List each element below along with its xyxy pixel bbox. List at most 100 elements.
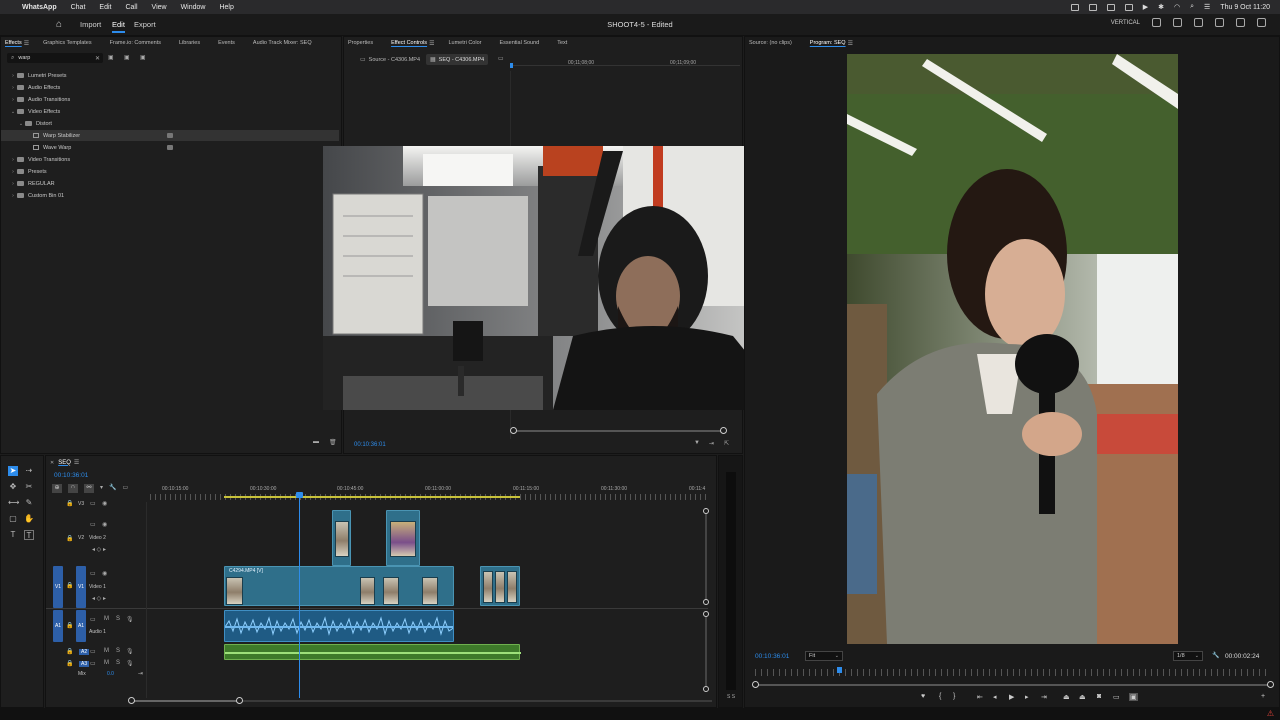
- effects-folder[interactable]: › Audio Effects: [1, 82, 339, 93]
- chevron-right-icon[interactable]: ›: [9, 97, 17, 103]
- mute-button[interactable]: M: [104, 648, 109, 654]
- mic-icon[interactable]: 🎙: [126, 660, 134, 667]
- mic-icon[interactable]: 🎙: [126, 648, 134, 655]
- mix-value[interactable]: 0.0: [107, 671, 114, 677]
- panel-menu-icon[interactable]: ☰: [848, 40, 853, 47]
- zoom-select[interactable]: Fit ⌄: [805, 651, 843, 661]
- tab-properties[interactable]: Properties: [348, 40, 373, 46]
- source-patch-v1[interactable]: V1: [53, 566, 63, 608]
- lift-icon[interactable]: ⏏: [1063, 693, 1070, 701]
- menu-window[interactable]: Window: [181, 4, 206, 11]
- resolution-select[interactable]: 1/8 ⌄: [1173, 651, 1203, 661]
- program-time-ruler[interactable]: [755, 669, 1271, 676]
- type-tool-icon[interactable]: T: [8, 530, 18, 540]
- sync-icon[interactable]: ▭: [90, 616, 96, 623]
- warning-icon[interactable]: ⚠: [1267, 709, 1274, 718]
- video-clip[interactable]: [480, 566, 520, 606]
- zoom-handle-right[interactable]: [236, 697, 243, 704]
- sync-icon[interactable]: ▭: [90, 648, 96, 655]
- effects-folder[interactable]: › Custom Bin 01: [1, 190, 339, 201]
- display-icon[interactable]: [1088, 3, 1097, 11]
- menu-call[interactable]: Call: [125, 4, 137, 11]
- timeline-timecode[interactable]: 00:10:36:01: [54, 472, 88, 479]
- mic-icon[interactable]: 🎙: [126, 616, 134, 623]
- work-area-bar[interactable]: [224, 496, 520, 498]
- workspace-import[interactable]: Import: [80, 20, 101, 29]
- effects-folder[interactable]: ⌄ Distort: [1, 118, 339, 129]
- settings-wrench-icon[interactable]: 🔧: [109, 484, 116, 493]
- wrench-icon[interactable]: 🔧: [1212, 652, 1219, 659]
- lock-icon[interactable]: 🔒: [66, 622, 73, 629]
- effect-controls-timecode[interactable]: 00:10:36:01: [354, 442, 386, 448]
- menu-edit[interactable]: Edit: [99, 4, 111, 11]
- sequence-clip-tab[interactable]: ▦ SEQ - C4306.MP4: [426, 54, 489, 65]
- solo-button[interactable]: S: [116, 660, 120, 666]
- panel-menu-icon[interactable]: ☰: [24, 40, 29, 47]
- chevron-down-icon[interactable]: ⌄: [9, 109, 17, 115]
- hand-tool-icon[interactable]: ✋: [24, 514, 34, 524]
- delete-icon[interactable]: 🗑: [329, 439, 337, 446]
- chevron-down-icon[interactable]: ⌄: [17, 121, 25, 127]
- add-button[interactable]: +: [1261, 693, 1265, 700]
- tab-events[interactable]: Events: [218, 40, 235, 46]
- video-clip[interactable]: [386, 510, 420, 566]
- tab-graphics-templates[interactable]: Graphics Templates: [43, 40, 92, 46]
- sync-icon[interactable]: ▭: [90, 660, 96, 667]
- accelerated-effects-icon[interactable]: ▣: [108, 54, 114, 61]
- lock-icon[interactable]: 🔒: [66, 535, 73, 542]
- video-clip-main[interactable]: C4294.MP4 [V]: [224, 566, 454, 606]
- lock-icon[interactable]: 🔒: [66, 648, 73, 655]
- timeline-tab[interactable]: ✕ SEQ ☰: [50, 459, 79, 467]
- 32bit-effects-icon[interactable]: ▣: [124, 54, 130, 61]
- effect-item[interactable]: Warp Stabilizer: [1, 130, 339, 141]
- comparison-view-icon[interactable]: ▭: [1113, 693, 1120, 701]
- audio-clip[interactable]: [224, 610, 454, 642]
- eye-icon[interactable]: ◉: [102, 521, 107, 528]
- slip-tool-icon[interactable]: ⟷: [8, 498, 19, 508]
- zoom-handle-left[interactable]: [128, 697, 135, 704]
- sync-icon[interactable]: ▭: [90, 570, 96, 577]
- pen-tool-icon[interactable]: ✎: [24, 498, 34, 508]
- timeline-zoom-bar[interactable]: [132, 700, 240, 702]
- filter-icon[interactable]: ▼: [694, 440, 700, 446]
- control-center-icon[interactable]: ☰: [1204, 3, 1210, 11]
- tab-program-monitor[interactable]: Program: SEQ: [810, 40, 846, 46]
- solo-button[interactable]: S: [116, 648, 120, 654]
- effects-folder[interactable]: › Audio Transitions: [1, 94, 339, 105]
- zoom-handle-right[interactable]: [720, 427, 727, 434]
- razor-tool-icon[interactable]: ✂: [24, 482, 34, 492]
- effects-folder[interactable]: › Lumetri Presets: [1, 70, 339, 81]
- snap-icon[interactable]: ∩: [68, 484, 78, 493]
- tab-libraries[interactable]: Libraries: [179, 40, 200, 46]
- source-clip-tab[interactable]: ▭ Source - C4306.MP4: [356, 54, 424, 65]
- fullscreen-icon[interactable]: [1257, 18, 1266, 27]
- scroll-handle[interactable]: [703, 611, 709, 617]
- mark-in-icon[interactable]: {: [939, 693, 941, 700]
- zoom-handle-left[interactable]: [510, 427, 517, 434]
- scroll-handle[interactable]: [703, 508, 709, 514]
- effects-folder[interactable]: › Video Transitions: [1, 154, 339, 165]
- scroll-handle[interactable]: [703, 599, 709, 605]
- new-bin-icon[interactable]: ▬: [313, 439, 319, 445]
- effects-folder[interactable]: › REGULAR: [1, 178, 339, 189]
- captions-icon[interactable]: ▭: [123, 484, 129, 493]
- tab-essential-sound[interactable]: Essential Sound: [499, 40, 539, 46]
- screen-icon[interactable]: [1070, 3, 1079, 11]
- track-target-v1[interactable]: V1: [76, 566, 86, 608]
- workspace-edit[interactable]: Edit: [112, 20, 125, 33]
- step-back-icon[interactable]: ◂: [993, 693, 997, 701]
- workspace-export[interactable]: Export: [134, 20, 156, 29]
- quick-export-icon[interactable]: [1194, 18, 1203, 27]
- home-icon[interactable]: ⌂: [56, 19, 62, 30]
- lock-icon[interactable]: 🔒: [66, 660, 73, 667]
- track-target-a1[interactable]: A1: [76, 610, 86, 642]
- effects-search-field[interactable]: ⌕ warp ✕: [7, 53, 103, 63]
- keyframe-nav-icon[interactable]: ◂ ◇ ▸: [92, 595, 106, 602]
- eye-icon[interactable]: ◉: [102, 500, 107, 507]
- mute-button[interactable]: M: [104, 660, 109, 666]
- menu-view[interactable]: View: [152, 4, 167, 11]
- effects-folder[interactable]: ⌄ Video Effects: [1, 106, 339, 117]
- go-to-in-icon[interactable]: ⇤: [977, 693, 983, 701]
- share-icon[interactable]: [1173, 18, 1182, 27]
- battery-icon[interactable]: [1124, 3, 1133, 11]
